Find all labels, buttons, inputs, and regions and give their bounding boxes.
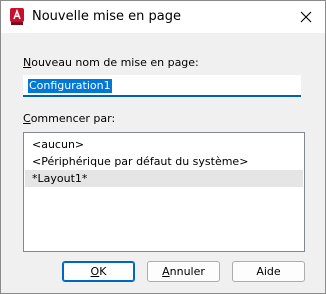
- layout-name-label-accel: N: [23, 56, 32, 69]
- cancel-button-text: nnuler: [169, 265, 205, 278]
- ok-button-accel: O: [90, 265, 100, 278]
- list-item-none[interactable]: <aucun>: [25, 136, 303, 153]
- ok-button-text: K: [99, 265, 107, 278]
- cancel-button[interactable]: Annuler: [147, 261, 220, 282]
- autocad-a-icon: [10, 8, 24, 25]
- start-with-listbox[interactable]: <aucun> <Périphérique par défaut du syst…: [23, 132, 305, 252]
- layout-name-value: Configuration1: [28, 79, 112, 93]
- dialog-title: Nouvelle mise en page: [32, 9, 181, 24]
- help-button[interactable]: Aide: [232, 261, 305, 282]
- layout-name-label: Nouveau nom de mise en page:: [23, 56, 199, 70]
- list-item-layout1[interactable]: *Layout1*: [25, 170, 303, 187]
- start-with-label-accel: C: [23, 112, 31, 125]
- layout-name-input[interactable]: Configuration1: [23, 75, 301, 97]
- start-with-label: Commencer par:: [23, 112, 115, 126]
- cancel-button-accel: A: [162, 265, 170, 278]
- ok-button[interactable]: OK: [62, 261, 135, 282]
- layout-name-label-text: ouveau nom de mise en page:: [31, 56, 199, 69]
- start-with-label-text: ommencer par:: [30, 112, 116, 125]
- new-layout-dialog: Nouvelle mise en page Nouveau nom de mis…: [0, 0, 326, 294]
- title-bar: Nouvelle mise en page: [1, 1, 325, 33]
- list-item-system-default-device[interactable]: <Périphérique par défaut du système>: [25, 153, 303, 170]
- close-icon[interactable]: [297, 8, 315, 26]
